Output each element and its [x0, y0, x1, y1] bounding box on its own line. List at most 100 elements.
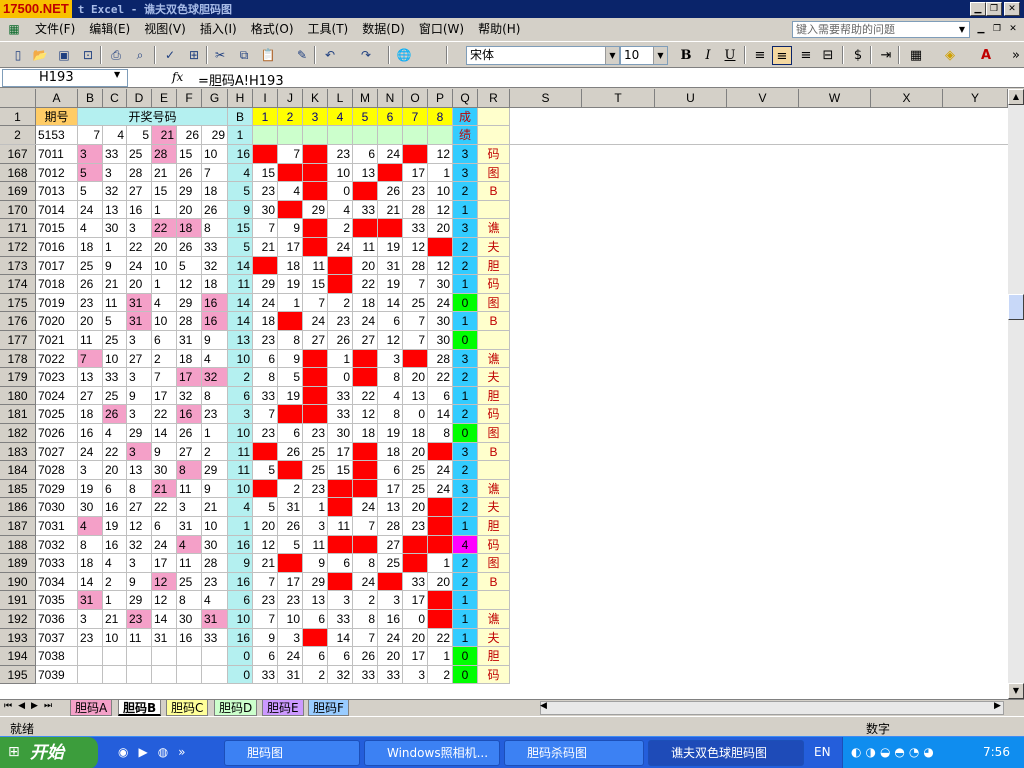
cell[interactable]: 7031 [36, 517, 78, 536]
cell[interactable]: 19 [378, 238, 403, 257]
cell[interactable]: 2 [403, 350, 428, 368]
cell[interactable]: 8 [403, 536, 428, 554]
underline-button[interactable]: U [720, 46, 740, 65]
cell[interactable]: 20 [103, 461, 127, 480]
cell[interactable]: 23 [253, 182, 278, 201]
cell[interactable]: 33 [103, 368, 127, 387]
cell[interactable]: 3 [303, 219, 328, 238]
cell[interactable]: 18 [403, 424, 428, 443]
cell[interactable]: 11 [78, 331, 103, 350]
cell[interactable]: 7039 [36, 666, 78, 684]
cell[interactable]: 3 [453, 443, 478, 461]
cell[interactable]: 28 [202, 554, 228, 573]
format-painter-icon[interactable]: ✎ [294, 47, 310, 63]
cell[interactable]: 1 [228, 126, 253, 145]
cell[interactable]: 22 [152, 405, 177, 424]
task-shamatu[interactable]: 胆码杀码图 [504, 740, 644, 766]
cell[interactable]: 29 [202, 126, 228, 145]
cell[interactable]: 29 [253, 275, 278, 294]
row-header[interactable]: 180 [0, 387, 36, 405]
cell[interactable]: 8 [253, 368, 278, 387]
cell[interactable]: 10 [328, 164, 353, 182]
cell[interactable]: 14 [228, 312, 253, 331]
cell[interactable]: 25 [303, 443, 328, 461]
cell[interactable]: 23 [78, 629, 103, 647]
cell[interactable]: 22 [428, 368, 453, 387]
row-header[interactable]: 183 [0, 443, 36, 461]
cell[interactable]: 1 [428, 164, 453, 182]
cell[interactable]: 19 [378, 424, 403, 443]
cell[interactable]: 8 [378, 405, 403, 424]
cell[interactable]: 18 [353, 294, 378, 312]
cell[interactable]: 9 [253, 629, 278, 647]
cell[interactable]: 31 [177, 331, 202, 350]
cell[interactable]: 2 [428, 666, 453, 684]
horizontal-scrollbar[interactable] [540, 701, 1004, 715]
cell[interactable]: 25 [403, 294, 428, 312]
cell[interactable]: 7014 [36, 201, 78, 219]
cell[interactable]: 3 [78, 461, 103, 480]
cell[interactable]: 谯 [478, 350, 510, 368]
cell[interactable]: 1 [228, 517, 253, 536]
cell[interactable]: 14 [78, 573, 103, 591]
cell[interactable]: 12 [428, 201, 453, 219]
cell[interactable]: 10 [152, 257, 177, 275]
cell[interactable]: 20 [403, 443, 428, 461]
cell[interactable]: 24 [152, 536, 177, 554]
row-header[interactable]: 167 [0, 145, 36, 164]
cell[interactable]: 1 [428, 647, 453, 666]
cell[interactable] [478, 331, 510, 350]
cell[interactable]: 8 [177, 591, 202, 610]
column-header[interactable]: H [228, 89, 253, 108]
worksheet-grid[interactable]: A B C D E F G H I J K L M N O P Q R S T U V W X Y 1 期号 开奖号码 B 1 2 3 4 5 6 7… [0, 89, 1008, 699]
cell[interactable]: 4 [453, 536, 478, 554]
cell[interactable]: 5 [278, 368, 303, 387]
cell[interactable]: 25 [103, 387, 127, 405]
cell[interactable]: 9 [127, 387, 152, 405]
cell[interactable]: 21 [152, 164, 177, 182]
cell[interactable]: 7 [403, 108, 428, 126]
cell[interactable]: 17 [328, 443, 353, 461]
cell[interactable]: 10 [228, 424, 253, 443]
cell[interactable]: 24 [428, 294, 453, 312]
column-header[interactable]: B [78, 89, 103, 108]
cell[interactable]: 3 [378, 591, 403, 610]
align-right-icon[interactable]: ≡ [796, 46, 816, 65]
cell[interactable]: 7025 [36, 405, 78, 424]
cell[interactable]: 胆 [478, 647, 510, 666]
cell[interactable]: 1 [202, 424, 228, 443]
cell[interactable]: 10 [202, 145, 228, 164]
cell[interactable]: 21 [378, 201, 403, 219]
cell[interactable]: 21 [103, 275, 127, 294]
cell[interactable]: 12 [428, 145, 453, 164]
align-center-icon[interactable]: ≡ [772, 46, 792, 65]
cell[interactable]: 31 [127, 294, 152, 312]
column-header[interactable]: S [510, 89, 582, 108]
cell[interactable]: 30 [328, 424, 353, 443]
row-header[interactable]: 176 [0, 312, 36, 331]
font-size-select[interactable]: 10 ▼ [620, 46, 668, 65]
cell[interactable]: 6 [278, 424, 303, 443]
cell[interactable]: 7029 [36, 480, 78, 498]
cell[interactable]: 2 [353, 350, 378, 368]
cell[interactable]: 28 [177, 312, 202, 331]
cell[interactable]: 24 [428, 480, 453, 498]
cell[interactable]: 14 [228, 294, 253, 312]
fill-color-icon[interactable]: ◈ [940, 46, 960, 65]
cell[interactable]: 11 [127, 629, 152, 647]
cell[interactable]: 19 [78, 480, 103, 498]
cell[interactable]: 12 [127, 517, 152, 536]
cell[interactable]: 14 [328, 629, 353, 647]
cell[interactable]: 33 [328, 405, 353, 424]
scroll-down-icon[interactable]: ▼ [1008, 683, 1024, 699]
cell[interactable]: 29 [127, 424, 152, 443]
tab-scroll-icons[interactable]: ⏮◀▶⏭ [4, 701, 58, 711]
cell[interactable]: 7 [78, 126, 103, 145]
cell[interactable]: 14 [378, 294, 403, 312]
copy-icon[interactable]: ⧉ [236, 47, 252, 63]
research-icon[interactable]: ⊞ [186, 47, 202, 63]
cell[interactable]: 期号 [36, 108, 78, 126]
font-color-icon[interactable]: A [976, 46, 996, 65]
column-header[interactable]: E [152, 89, 177, 108]
cell[interactable]: 32 [202, 368, 228, 387]
